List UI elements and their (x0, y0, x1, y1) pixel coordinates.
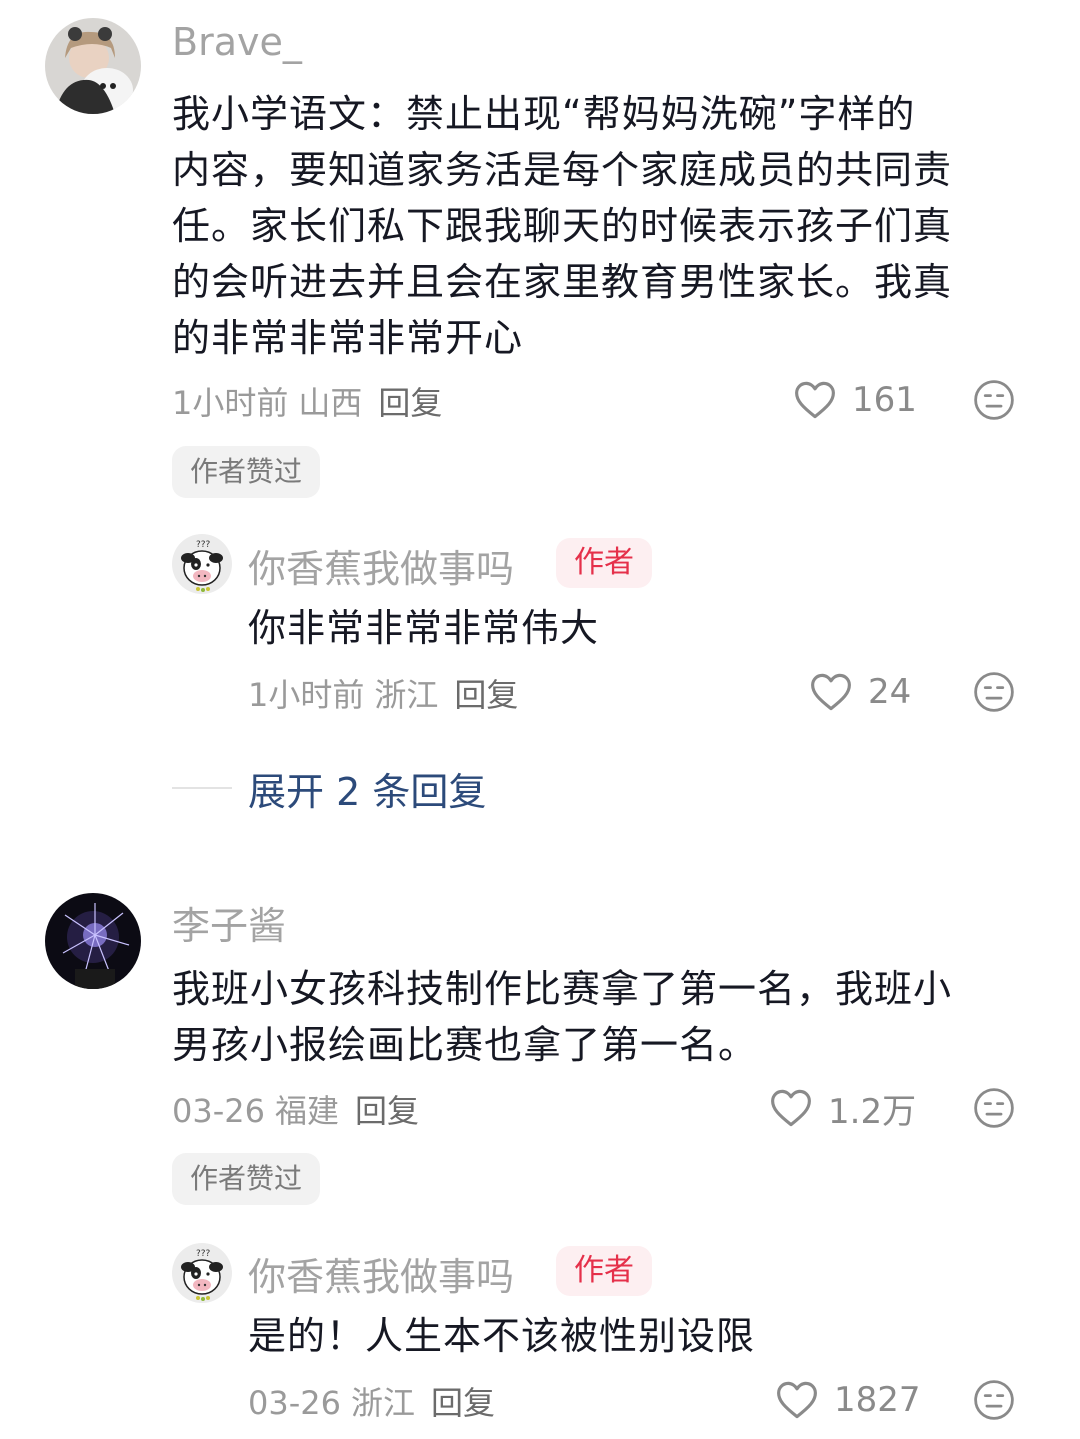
comment-text-line: 的非常非常非常开心 (172, 316, 524, 360)
reply-text: 你非常非常非常伟大 (248, 606, 600, 650)
reply-username[interactable]: 你香蕉我做事吗 (248, 538, 514, 593)
like-count: 161 (852, 380, 917, 420)
author-tag: 作者 (556, 1246, 652, 1296)
reply-username[interactable]: 你香蕉我做事吗 (248, 1246, 514, 1301)
neutral-face-icon[interactable] (973, 1379, 1015, 1421)
like-count: 24 (868, 672, 912, 712)
reply-meta: 1小时前 浙江 回复 (248, 670, 518, 716)
reply-avatar[interactable]: ??? (172, 534, 232, 594)
neutral-face-icon[interactable] (973, 1087, 1015, 1129)
reply-button[interactable]: 回复 (431, 1384, 495, 1422)
svg-text:???: ??? (196, 1249, 211, 1259)
like-count: 1.2万 (828, 1091, 917, 1132)
like-button[interactable]: 161 (794, 378, 917, 422)
comment-text: 我小学语文：禁止出现“帮妈妈洗碗”字样的 内容，要知道家务活是每个家庭成员的共同… (172, 86, 952, 366)
reply-button[interactable]: 回复 (355, 1092, 419, 1130)
comment-location: 山西 (298, 384, 363, 422)
comment-username[interactable]: 李子酱 (172, 895, 286, 950)
comment-time: 1小时前 (172, 384, 289, 422)
author-liked-badge: 作者赞过 (172, 1153, 321, 1205)
comment-text-line: 男孩小报绘画比赛也拿了第一名。 (172, 1023, 758, 1067)
neutral-face-icon[interactable] (973, 671, 1015, 713)
comment-text-line: 任。家长们私下跟我聊天的时候表示孩子们真 (172, 204, 953, 248)
author-liked-badge: 作者赞过 (172, 446, 321, 498)
heart-outline-icon (795, 381, 835, 419)
reply-time: 1小时前 (248, 676, 365, 714)
reply-button[interactable]: 回复 (378, 384, 442, 422)
expand-replies-button[interactable]: 展开 2 条回复 (172, 760, 486, 816)
like-button[interactable]: 24 (810, 670, 911, 714)
reply-time: 03-26 (248, 1384, 341, 1422)
comment-text: 我班小女孩科技制作比赛拿了第一名，我班小 男孩小报绘画比赛也拿了第一名。 (172, 961, 952, 1073)
comment-meta: 1小时前 山西 回复 (172, 378, 442, 424)
comment-location: 福建 (274, 1092, 339, 1130)
svg-text:???: ??? (196, 540, 211, 550)
divider (172, 787, 232, 789)
neutral-face-icon[interactable] (973, 379, 1015, 421)
heart-outline-icon (777, 1381, 817, 1419)
heart-outline-icon (811, 673, 851, 711)
reply-button[interactable]: 回复 (454, 676, 518, 714)
heart-outline-icon (771, 1089, 811, 1127)
comment-text-line: 的会听进去并且会在家里教育男性家长。我真 (172, 260, 953, 304)
like-count: 1827 (834, 1380, 921, 1420)
comment-text-line: 我小学语文：禁止出现“帮妈妈洗碗”字样的 (172, 92, 916, 136)
reply-meta: 03-26 浙江 回复 (248, 1378, 495, 1424)
avatar[interactable] (45, 18, 141, 114)
reply-location: 浙江 (350, 1384, 415, 1422)
author-tag: 作者 (556, 538, 652, 588)
comment-time: 03-26 (172, 1092, 265, 1130)
expand-replies-label: 展开 2 条回复 (248, 769, 487, 814)
comment-username[interactable]: Brave_ (172, 20, 302, 64)
reply-text: 是的！人生本不该被性别设限 (248, 1314, 756, 1358)
reply-location: 浙江 (374, 676, 439, 714)
reply-avatar[interactable]: ??? (172, 1243, 232, 1303)
comment-meta: 03-26 福建 回复 (172, 1086, 419, 1132)
avatar[interactable] (45, 893, 141, 989)
comment-text-line: 我班小女孩科技制作比赛拿了第一名，我班小 (172, 967, 953, 1011)
comment-list: Brave_ 我小学语文：禁止出现“帮妈妈洗碗”字样的 内容，要知道家务活是每个… (0, 0, 1080, 1439)
like-button[interactable]: 1827 (776, 1378, 921, 1422)
like-button[interactable]: 1.2万 (770, 1086, 917, 1132)
comment-text-line: 内容，要知道家务活是每个家庭成员的共同责 (172, 148, 953, 192)
